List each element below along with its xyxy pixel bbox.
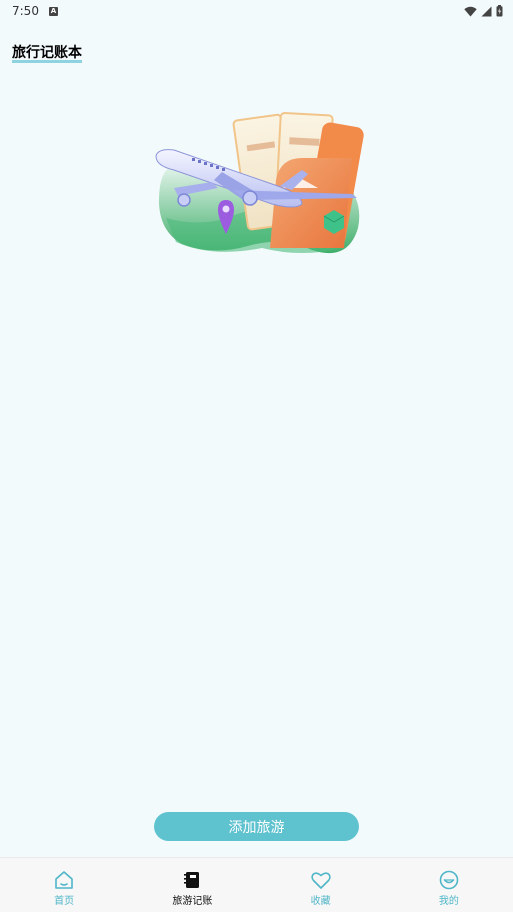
home-icon bbox=[55, 871, 73, 889]
nav-item-travel-ledger[interactable]: 旅游记账 bbox=[128, 858, 256, 912]
nav-label-favorites: 收藏 bbox=[310, 896, 331, 907]
page-title: 旅行记账本 bbox=[12, 42, 82, 63]
status-time: 7:50 bbox=[12, 4, 39, 18]
battery-icon bbox=[496, 5, 503, 17]
nav-label-home: 首页 bbox=[54, 896, 75, 907]
nav-item-favorites[interactable]: 收藏 bbox=[257, 858, 385, 912]
smile-face-icon bbox=[439, 870, 459, 890]
nav-item-home[interactable]: 首页 bbox=[0, 858, 128, 912]
cell-signal-icon bbox=[481, 6, 492, 16]
nav-label-travel-ledger: 旅游记账 bbox=[172, 896, 213, 907]
airplane-tickets-illustration bbox=[155, 112, 364, 254]
add-trip-button[interactable]: 添加旅游 bbox=[154, 812, 359, 841]
bottom-nav: 首页 旅游记账 收藏 我的 bbox=[0, 857, 513, 912]
notebook-icon bbox=[184, 872, 200, 888]
nav-item-profile[interactable]: 我的 bbox=[385, 858, 513, 912]
status-bar: 7:50 A bbox=[0, 0, 513, 22]
wifi-icon bbox=[464, 6, 477, 16]
app-notification-icon: A bbox=[48, 6, 58, 16]
heart-icon bbox=[310, 872, 331, 889]
nav-label-profile: 我的 bbox=[438, 896, 459, 907]
